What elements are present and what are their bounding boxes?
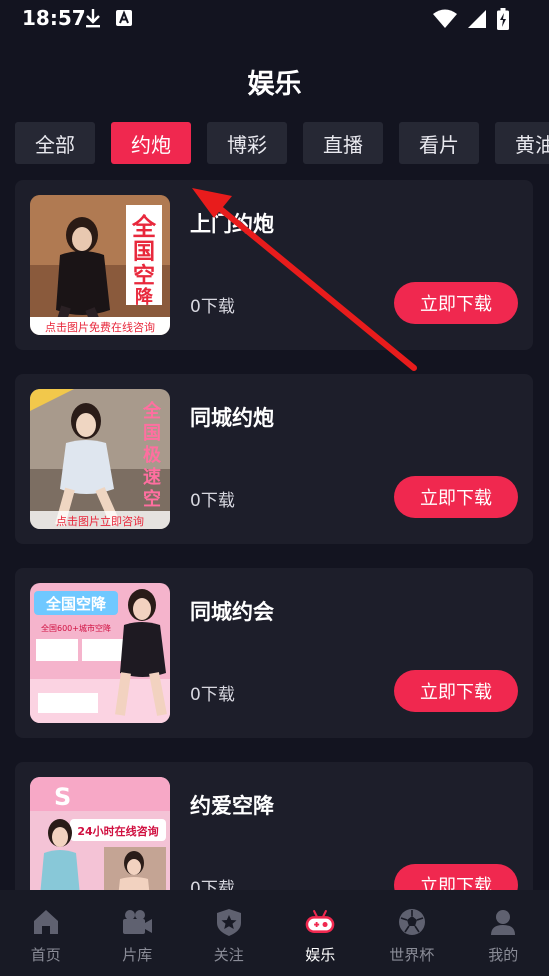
download-count: 0下载: [190, 491, 235, 511]
svg-text:降: 降: [135, 286, 154, 308]
gamepad-icon: [304, 906, 336, 938]
download-count: 0下载: [190, 685, 235, 705]
status-right-icons: [433, 8, 509, 34]
svg-text:空: 空: [133, 263, 155, 289]
list-item[interactable]: 全国空降 全国600+城市空降 同城约会 0下载 立即下载: [15, 568, 533, 738]
home-icon: [30, 906, 62, 938]
nav-label: 关注: [213, 946, 244, 964]
tab-games[interactable]: 黄油: [495, 122, 549, 164]
svg-text:速: 速: [143, 466, 161, 488]
svg-text:点击图片立即咨询: 点击图片立即咨询: [56, 514, 144, 528]
nav-label: 娱乐: [305, 946, 336, 964]
star-badge-icon: [213, 906, 245, 938]
svg-text:国: 国: [133, 240, 155, 265]
item-title: 约爱空降: [190, 794, 274, 818]
svg-text:S: S: [54, 783, 71, 811]
nav-library[interactable]: 片库: [92, 890, 184, 976]
svg-text:空: 空: [143, 488, 161, 510]
svg-text:24小时在线咨询: 24小时在线咨询: [77, 824, 158, 838]
item-title: 上门约炮: [190, 212, 274, 236]
signal-icon: [467, 9, 487, 33]
svg-text:全国600+城市空降: 全国600+城市空降: [41, 623, 111, 633]
app-thumbnail[interactable]: 全 国 极 速 空 点击图片立即咨询: [30, 389, 170, 529]
nav-worldcup[interactable]: 世界杯: [366, 890, 458, 976]
nav-label: 首页: [30, 946, 61, 964]
svg-text:全国空降: 全国空降: [45, 595, 107, 613]
nav-label: 世界杯: [389, 946, 435, 964]
tab-all[interactable]: 全部: [15, 122, 95, 164]
tab-live[interactable]: 直播: [303, 122, 383, 164]
keyboard-a-icon: [114, 8, 134, 32]
video-camera-icon: [121, 906, 153, 938]
user-icon: [487, 906, 519, 938]
battery-icon: [497, 8, 509, 34]
app-thumbnail[interactable]: 全国空降 全国600+城市空降: [30, 583, 170, 723]
item-title: 同城约会: [190, 600, 274, 624]
nav-label: 我的: [488, 946, 519, 964]
category-tabs: 全部 约炮 博彩 直播 看片 黄油: [15, 122, 549, 166]
status-bar: 18:57: [0, 0, 549, 36]
nav-entertainment[interactable]: 娱乐: [275, 890, 367, 976]
tab-hookup[interactable]: 约炮: [111, 122, 191, 164]
download-button[interactable]: 立即下载: [394, 282, 518, 324]
nav-profile[interactable]: 我的: [458, 890, 549, 976]
page-title: 娱乐: [247, 69, 302, 100]
app-thumbnail[interactable]: 全 国 空 降 点击图片免费在线咨询: [30, 195, 170, 335]
svg-text:全: 全: [142, 400, 162, 422]
list-item[interactable]: 全 国 极 速 空 点击图片立即咨询 同城约炮 0下载 立即下载: [15, 374, 533, 544]
bottom-navigation: 首页 片库 关注 娱乐 世界杯 我的: [0, 890, 549, 976]
svg-text:点击图片免费在线咨询: 点击图片免费在线咨询: [45, 320, 155, 334]
nav-follow[interactable]: 关注: [183, 890, 275, 976]
soccer-ball-icon: [396, 906, 428, 938]
nav-label: 片库: [122, 946, 153, 964]
svg-text:全: 全: [131, 213, 157, 241]
tab-watch[interactable]: 看片: [399, 122, 479, 164]
status-left-icons: [84, 8, 134, 32]
list-item[interactable]: 全 国 空 降 点击图片免费在线咨询 上门约炮 0下载 立即下载: [15, 180, 533, 350]
download-button[interactable]: 立即下载: [394, 476, 518, 518]
item-title: 同城约炮: [190, 406, 274, 430]
download-icon: [84, 8, 102, 32]
status-time: 18:57: [22, 6, 86, 30]
svg-text:国: 国: [143, 423, 161, 444]
wifi-icon: [433, 9, 457, 33]
svg-text:极: 极: [143, 445, 162, 466]
tab-gambling[interactable]: 博彩: [207, 122, 287, 164]
download-count: 0下载: [190, 297, 235, 317]
nav-home[interactable]: 首页: [0, 890, 92, 976]
download-button[interactable]: 立即下载: [394, 670, 518, 712]
